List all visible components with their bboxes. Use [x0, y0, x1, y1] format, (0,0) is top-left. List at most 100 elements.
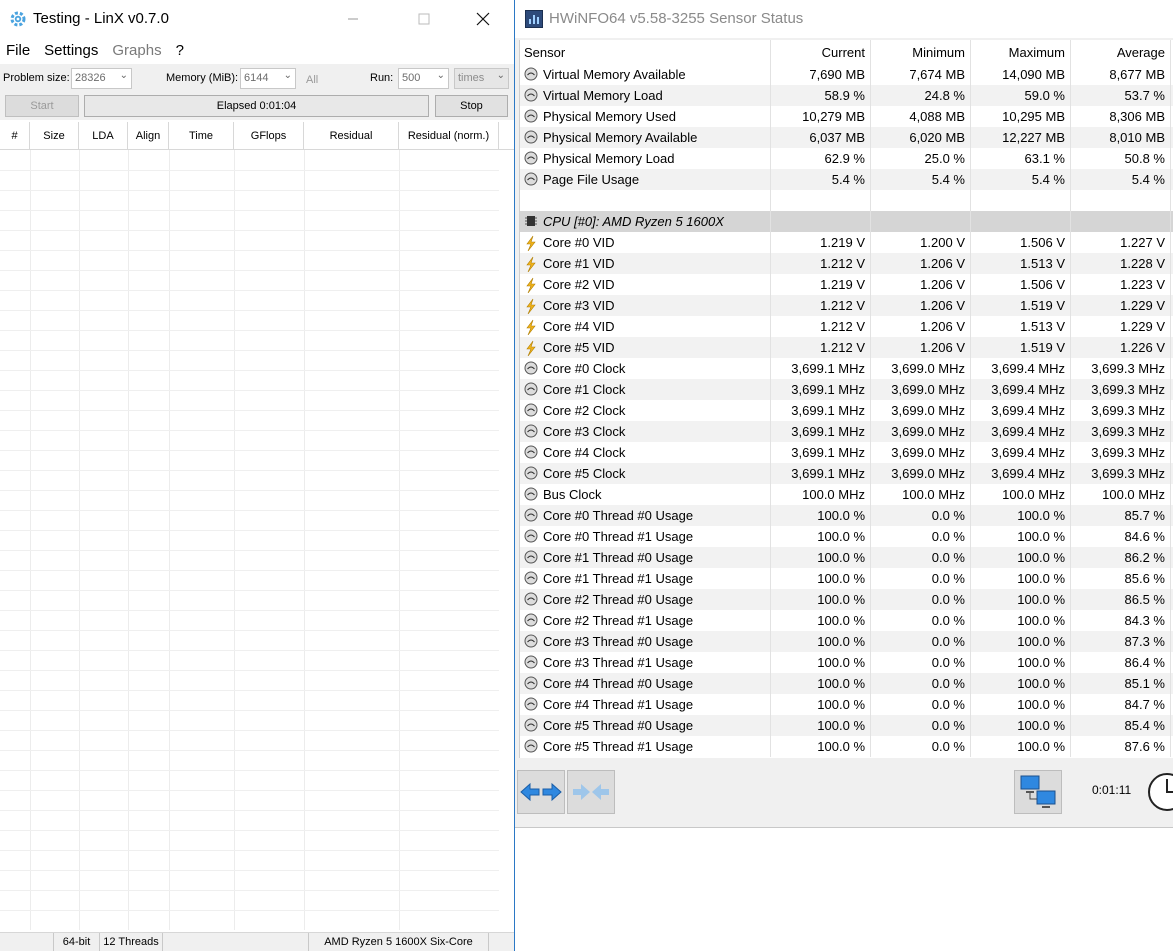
run-unit-combo[interactable]: times ⌄ [454, 68, 509, 89]
sensor-row[interactable]: Core #3 Clock 3,699.1 MHz 3,699.0 MHz 3,699… [520, 421, 1173, 442]
sensor-row[interactable]: Core #2 Clock 3,699.1 MHz 3,699.0 MHz 3,699… [520, 400, 1173, 421]
expand-button[interactable] [517, 770, 565, 814]
sensor-row[interactable]: Physical Memory Used 10,279 MB 4,088 MB 10,… [520, 106, 1173, 127]
gauge-icon [524, 109, 538, 123]
sensor-row[interactable]: Core #4 Thread #0 Usage 100.0 % 0.0 % 100.0… [520, 673, 1173, 694]
value-maximum: 1.513 V [971, 316, 1071, 337]
sensor-row[interactable]: Core #2 Thread #1 Usage 100.0 % 0.0 % 100.0… [520, 610, 1173, 631]
sensor-row[interactable]: Virtual Memory Load 58.9 % 24.8 % 59.0 % 53.… [520, 85, 1173, 106]
sensor-row[interactable]: Core #5 Clock 3,699.1 MHz 3,699.0 MHz 3,699… [520, 463, 1173, 484]
sensor-row[interactable]: Core #1 Thread #0 Usage 100.0 % 0.0 % 100.0… [520, 547, 1173, 568]
sensor-row[interactable]: Core #5 Thread #1 Usage 100.0 % 0.0 % 100.0… [520, 736, 1173, 757]
sensor-row[interactable]: Core #1 VID 1.212 V 1.206 V 1.513 V 1.228 V [520, 253, 1173, 274]
column-header[interactable]: GFlops [234, 122, 304, 150]
value-minimum: 0.0 % [871, 547, 971, 568]
column-header[interactable]: Align [128, 122, 169, 150]
all-checkbox-label[interactable]: All [306, 74, 318, 86]
column-header-minimum[interactable]: Minimum [871, 40, 971, 64]
sensor-row[interactable]: Core #3 Thread #0 Usage 100.0 % 0.0 % 100.0… [520, 631, 1173, 652]
sensor-name-text: Core #3 Thread #0 Usage [543, 634, 694, 649]
column-header[interactable]: Residual (norm.) [399, 122, 499, 150]
sensor-table-header: Sensor Current Minimum Maximum Average [520, 40, 1173, 64]
value-average: 8,306 MB [1071, 106, 1171, 127]
grid-row-line [0, 570, 499, 571]
sensor-row[interactable]: Core #3 Thread #1 Usage 100.0 % 0.0 % 100.0… [520, 652, 1173, 673]
value-maximum: 3,699.4 MHz [971, 421, 1071, 442]
window-title: Testing - LinX v0.7.0 [33, 10, 169, 27]
results-scrollbar[interactable] [499, 150, 514, 930]
close-icon [476, 12, 490, 26]
sensor-row[interactable]: Core #1 Clock 3,699.1 MHz 3,699.0 MHz 3,699… [520, 379, 1173, 400]
sensor-row[interactable]: Core #1 Thread #1 Usage 100.0 % 0.0 % 100.0… [520, 568, 1173, 589]
sensor-table: Sensor Current Minimum Maximum Average V… [519, 40, 1173, 758]
menu-graphs[interactable]: Graphs [112, 42, 161, 59]
clock-button[interactable] [1146, 771, 1173, 813]
minimize-button[interactable] [330, 0, 376, 38]
value-average: 87.3 % [1071, 631, 1171, 652]
maximize-button[interactable] [401, 0, 447, 38]
column-header-maximum[interactable]: Maximum [971, 40, 1071, 64]
sensor-row[interactable]: Core #4 Clock 3,699.1 MHz 3,699.0 MHz 3,699… [520, 442, 1173, 463]
value-average: 5.4 % [1071, 169, 1171, 190]
sensor-row[interactable]: Physical Memory Load 62.9 % 25.0 % 63.1 % 50… [520, 148, 1173, 169]
sensor-name: Physical Memory Load [520, 148, 771, 169]
column-header[interactable]: Time [169, 122, 234, 150]
sensor-row[interactable]: Core #2 VID 1.219 V 1.206 V 1.506 V 1.223 V [520, 274, 1173, 295]
grid-row-line [0, 370, 499, 371]
sensor-row[interactable]: Core #5 VID 1.212 V 1.206 V 1.519 V 1.226 V [520, 337, 1173, 358]
run-count-combo[interactable]: 500 ⌄ [398, 68, 449, 89]
column-header-sensor[interactable]: Sensor [520, 40, 771, 64]
sensor-row[interactable]: Core #0 VID 1.219 V 1.200 V 1.506 V 1.227 V [520, 232, 1173, 253]
column-header[interactable]: Size [30, 122, 79, 150]
menu-settings[interactable]: Settings [44, 42, 98, 59]
menu-help[interactable]: ? [176, 42, 184, 59]
gauge-icon [524, 634, 538, 648]
value-maximum: 5.4 % [971, 169, 1071, 190]
hwinfo-window: HWiNFO64 v5.58-3255 Sensor Status Sensor… [515, 0, 1173, 828]
stop-button[interactable]: Stop [435, 95, 508, 117]
grid-row-line [0, 250, 499, 251]
column-header-average[interactable]: Average [1071, 40, 1171, 64]
menu-file[interactable]: File [6, 42, 30, 59]
value-minimum: 1.206 V [871, 253, 971, 274]
sensor-name: Core #2 Thread #0 Usage [520, 589, 771, 610]
sensor-row[interactable]: Core #0 Thread #0 Usage 100.0 % 0.0 % 100.0… [520, 505, 1173, 526]
network-button[interactable] [1014, 770, 1062, 814]
sensor-row[interactable]: Page File Usage 5.4 % 5.4 % 5.4 % 5.4 % [520, 169, 1173, 190]
memory-combo[interactable]: 6144 ⌄ [240, 68, 296, 89]
sensor-row[interactable]: Core #4 VID 1.212 V 1.206 V 1.513 V 1.229 V [520, 316, 1173, 337]
status-bar: 64-bit 12 Threads AMD Ryzen 5 1600X Six-… [0, 932, 514, 951]
voltage-icon [524, 256, 538, 273]
value-minimum [871, 211, 971, 232]
start-button[interactable]: Start [5, 95, 79, 117]
sensor-row[interactable]: Core #0 Clock 3,699.1 MHz 3,699.0 MHz 3,699… [520, 358, 1173, 379]
column-header[interactable]: LDA [79, 122, 128, 150]
window-title: HWiNFO64 v5.58-3255 Sensor Status [549, 10, 804, 27]
value-average: 84.7 % [1071, 694, 1171, 715]
sensor-name: Core #3 Thread #0 Usage [520, 631, 771, 652]
column-header-current[interactable]: Current [771, 40, 871, 64]
close-button[interactable] [460, 0, 506, 38]
sensor-row[interactable]: Bus Clock 100.0 MHz 100.0 MHz 100.0 MHz 100.… [520, 484, 1173, 505]
voltage-icon [524, 235, 538, 252]
column-header[interactable]: # [0, 122, 30, 150]
results-header: # Size LDA Align Time GFlops Residual Re… [0, 122, 514, 150]
value-maximum: 100.0 % [971, 610, 1071, 631]
sensor-row[interactable]: Virtual Memory Available 7,690 MB 7,674 MB… [520, 64, 1173, 85]
gauge-icon [524, 67, 538, 81]
sensor-row[interactable]: Core #3 VID 1.212 V 1.206 V 1.519 V 1.229 V [520, 295, 1173, 316]
gauge-icon [524, 529, 538, 543]
sensor-group-row[interactable]: CPU [#0]: AMD Ryzen 5 1600X [520, 211, 1173, 232]
sensor-row[interactable]: Core #0 Thread #1 Usage 100.0 % 0.0 % 100.0… [520, 526, 1173, 547]
sensor-name-text: Core #4 Thread #1 Usage [543, 697, 694, 712]
sensor-row[interactable]: Core #5 Thread #0 Usage 100.0 % 0.0 % 100.0… [520, 715, 1173, 736]
value-minimum: 1.206 V [871, 337, 971, 358]
sensor-row[interactable]: Physical Memory Available 6,037 MB 6,020 M… [520, 127, 1173, 148]
sensor-row[interactable]: Core #4 Thread #1 Usage 100.0 % 0.0 % 100.0… [520, 694, 1173, 715]
grid-row-line [0, 290, 499, 291]
collapse-button[interactable] [567, 770, 615, 814]
grid-row-line [0, 590, 499, 591]
column-header[interactable]: Residual [304, 122, 399, 150]
problem-size-combo[interactable]: 28326 ⌄ [71, 68, 132, 89]
sensor-row[interactable]: Core #2 Thread #0 Usage 100.0 % 0.0 % 100.0… [520, 589, 1173, 610]
